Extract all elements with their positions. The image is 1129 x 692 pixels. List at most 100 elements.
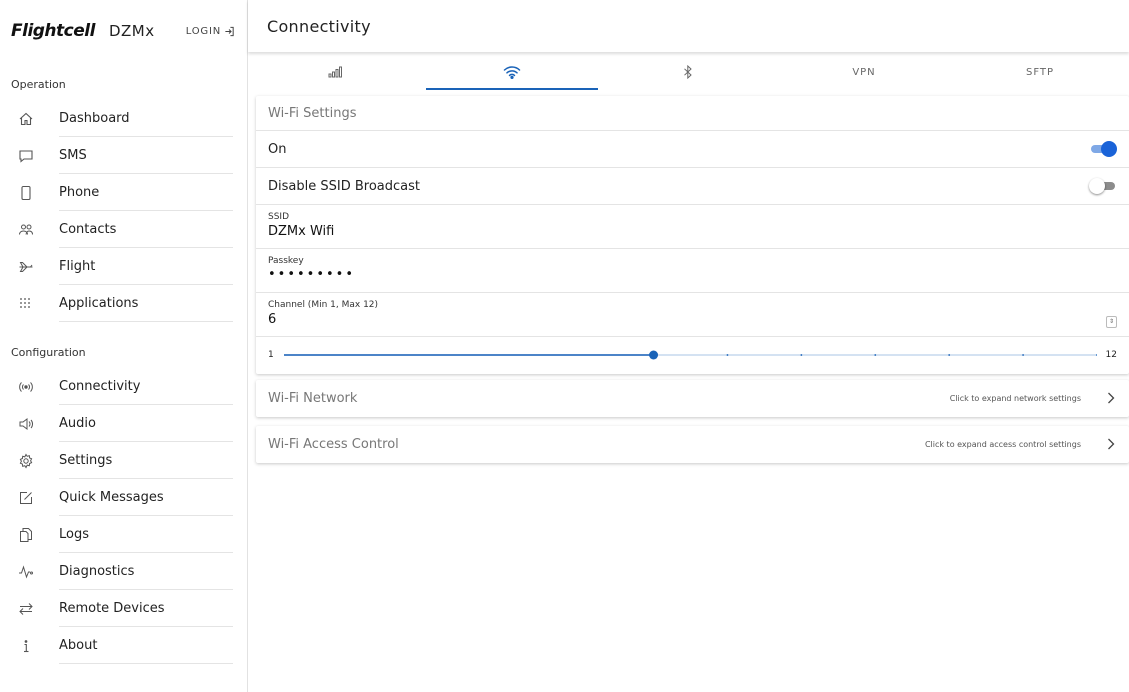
product-name: DZMx [108,22,155,40]
sidebar-item-label: Remote Devices [59,601,165,616]
slider-min-label: 1 [268,350,274,360]
flightcell-logo: Flightcell [11,21,95,41]
slider-tick [948,354,951,356]
pulse-icon [17,563,35,581]
passkey-label: Passkey [268,256,304,266]
operation-section-label: Operation [11,77,66,91]
tab-sftp[interactable]: SFTP [952,54,1128,90]
sidebar-item-sms[interactable]: SMS [0,137,247,174]
sidebar-item-label: Quick Messages [59,490,164,505]
sidebar-item-label: Applications [59,296,139,311]
app-root: Flightcell DZMx LOGIN Operation Dashboar… [0,0,1129,692]
operation-nav: Dashboard SMS Phone Contacts Flight Appl… [0,100,247,322]
sidebar-item-settings[interactable]: Settings [0,442,247,479]
contacts-icon [17,221,35,239]
configuration-section-label: Configuration [11,345,86,359]
slider-tick [1022,354,1024,356]
sidebar: Flightcell DZMx LOGIN Operation Dashboar… [0,0,248,692]
sidebar-item-applications[interactable]: Applications [0,285,247,322]
chevron-right-icon [1108,438,1115,450]
chat-icon [17,147,35,165]
wifi-access-control-title: Wi-Fi Access Control [268,437,399,452]
wifi-on-toggle[interactable] [1089,141,1117,157]
wifi-on-label: On [268,141,287,157]
channel-field[interactable]: Channel (Min 1, Max 12) 6 ⇕ [256,292,1129,336]
ssid-value[interactable]: DZMx Wifi [268,224,1129,239]
login-icon [225,26,234,36]
sidebar-item-flight[interactable]: Flight [0,248,247,285]
sidebar-item-dashboard[interactable]: Dashboard [0,100,247,137]
wifi-access-control-header[interactable]: Wi-Fi Access Control Click to expand acc… [256,426,1129,463]
gear-icon [17,452,35,470]
home-icon [17,110,35,128]
wifi-network-card: Wi-Fi Network Click to expand network se… [256,380,1129,417]
sidebar-item-phone[interactable]: Phone [0,174,247,211]
connectivity-icon [17,378,35,396]
login-label: LOGIN [185,25,221,37]
slider-max-label: 12 [1105,350,1117,360]
slider-thumb[interactable] [649,350,659,360]
sidebar-item-label: Diagnostics [59,564,135,579]
page-title: Connectivity [267,16,371,36]
wifi-access-control-card: Wi-Fi Access Control Click to expand acc… [256,426,1129,463]
channel-slider[interactable] [284,350,1097,360]
brand-bar: Flightcell DZMx LOGIN [0,0,247,62]
disable-ssid-toggle[interactable] [1089,178,1117,194]
sidebar-item-label: Phone [59,185,100,200]
swap-icon [17,600,35,618]
sidebar-item-connectivity[interactable]: Connectivity [0,368,247,405]
tab-cellular[interactable] [248,54,424,90]
wifi-network-hint: Click to expand network settings [949,394,1081,403]
tab-bluetooth[interactable] [600,54,776,90]
slider-tick [726,354,729,356]
ssid-label: SSID [268,212,290,222]
bluetooth-icon [684,65,692,79]
channel-label: Channel (Min 1, Max 12) [268,300,379,310]
login-button[interactable]: LOGIN [186,26,235,37]
wifi-settings-card: Wi-Fi Settings On Disable SSID Broadcast… [256,96,1129,374]
phone-icon [17,184,35,202]
sidebar-item-label: Contacts [59,222,117,237]
plane-icon [17,258,35,276]
sidebar-item-label: Dashboard [59,111,130,126]
wifi-settings-title: Wi-Fi Settings [268,105,357,121]
disable-ssid-row: Disable SSID Broadcast [256,167,1129,204]
wifi-network-header[interactable]: Wi-Fi Network Click to expand network se… [256,380,1129,417]
sidebar-item-diagnostics[interactable]: Diagnostics [0,553,247,590]
sidebar-item-logs[interactable]: Logs [0,516,247,553]
sidebar-item-label: Logs [59,527,89,542]
slider-tick [874,354,877,356]
sidebar-item-contacts[interactable]: Contacts [0,211,247,248]
channel-stepper[interactable]: ⇕ [1106,316,1117,328]
speaker-icon [17,415,35,433]
tab-vpn[interactable]: VPN [776,54,952,90]
toggle-knob [1089,178,1105,194]
channel-slider-row: 1 12 [256,336,1129,374]
ssid-field[interactable]: SSID DZMx Wifi [256,204,1129,248]
sidebar-item-label: Connectivity [59,379,141,394]
wifi-on-row: On [256,130,1129,167]
documents-icon [17,526,35,544]
wifi-network-title: Wi-Fi Network [268,391,358,406]
main-content: Connectivity VPN SFTP Wi-Fi Settings On … [248,0,1129,692]
stepper-arrows-icon: ⇕ [1108,318,1115,325]
slider-tick [800,354,803,356]
sidebar-item-remote-devices[interactable]: Remote Devices [0,590,247,627]
apps-grid-icon [17,295,35,313]
info-icon [17,637,35,655]
passkey-value[interactable]: ••••••••• [268,267,1129,282]
chevron-right-icon [1108,392,1115,404]
channel-value[interactable]: 6 [268,312,1129,327]
toggle-knob [1101,141,1117,157]
sidebar-item-quick-messages[interactable]: Quick Messages [0,479,247,516]
tab-wifi[interactable] [424,54,600,90]
sidebar-item-audio[interactable]: Audio [0,405,247,442]
sidebar-item-label: About [59,638,98,653]
sidebar-item-about[interactable]: About [0,627,247,664]
disable-ssid-label: Disable SSID Broadcast [268,178,420,194]
sidebar-item-label: SMS [59,148,87,163]
wifi-icon [503,66,521,79]
cellular-signal-icon [328,66,342,78]
sidebar-item-label: Settings [59,453,113,468]
passkey-field[interactable]: Passkey ••••••••• [256,248,1129,292]
